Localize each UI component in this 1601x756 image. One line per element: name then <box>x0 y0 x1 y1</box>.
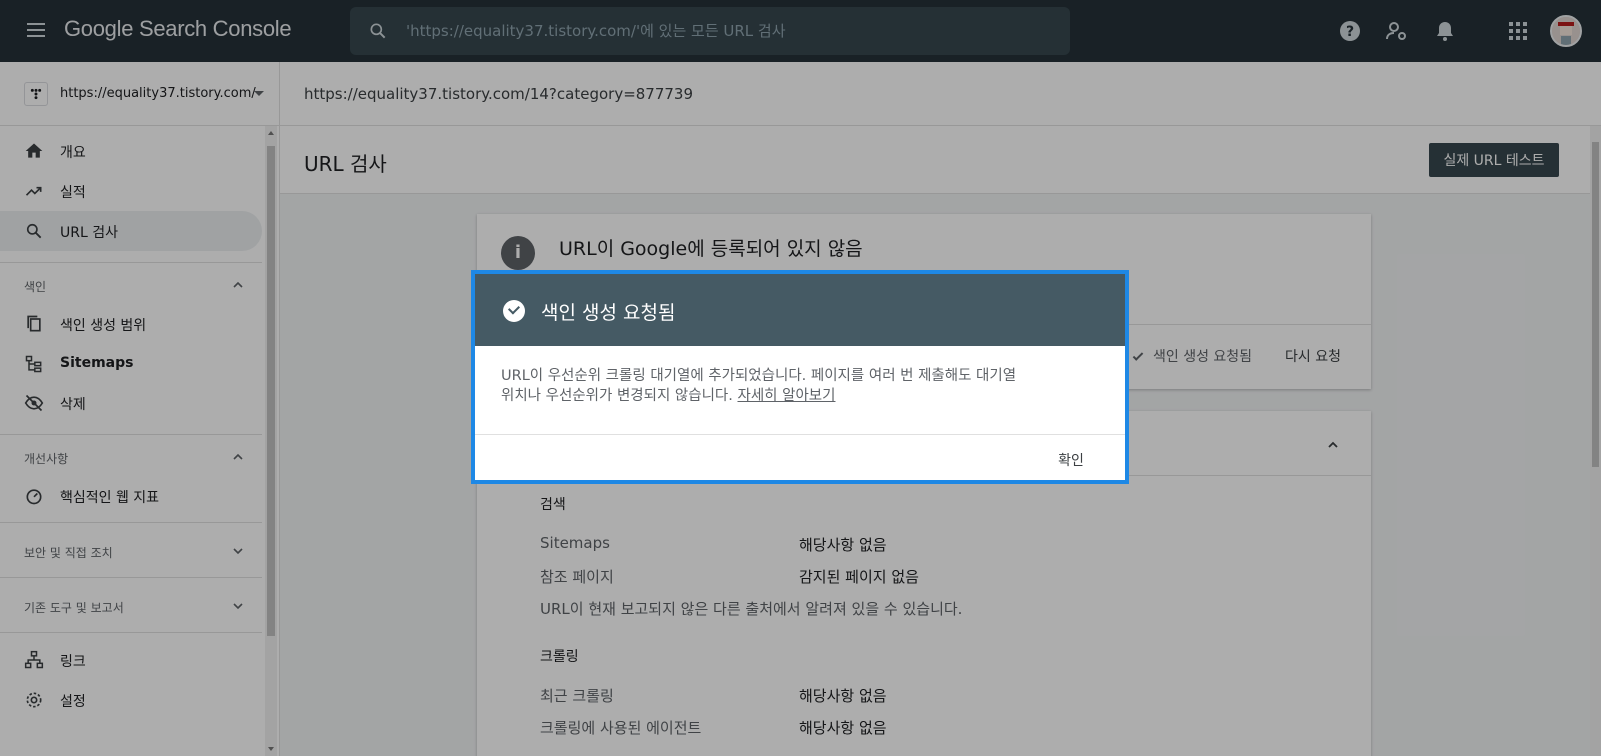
dialog-message: URL이 우선순위 크롤링 대기열에 추가되었습니다. 페이지를 여러 번 제출… <box>501 366 1101 406</box>
divider <box>475 434 1125 435</box>
check-circle-icon <box>503 300 525 322</box>
learn-more-link[interactable]: 자세히 알아보기 <box>737 388 835 404</box>
ok-button[interactable]: 확인 <box>1041 446 1101 474</box>
indexing-requested-dialog: 색인 생성 요청됨 URL이 우선순위 크롤링 대기열에 추가되었습니다. 페이… <box>471 270 1129 484</box>
dialog-header: 색인 생성 요청됨 <box>475 274 1125 346</box>
dialog-message-line1: URL이 우선순위 크롤링 대기열에 추가되었습니다. 페이지를 여러 번 제출… <box>501 368 1017 384</box>
dialog-title: 색인 생성 요청됨 <box>541 302 676 324</box>
dialog-message-line2: 위치나 우선순위가 변경되지 않습니다. <box>501 388 738 404</box>
